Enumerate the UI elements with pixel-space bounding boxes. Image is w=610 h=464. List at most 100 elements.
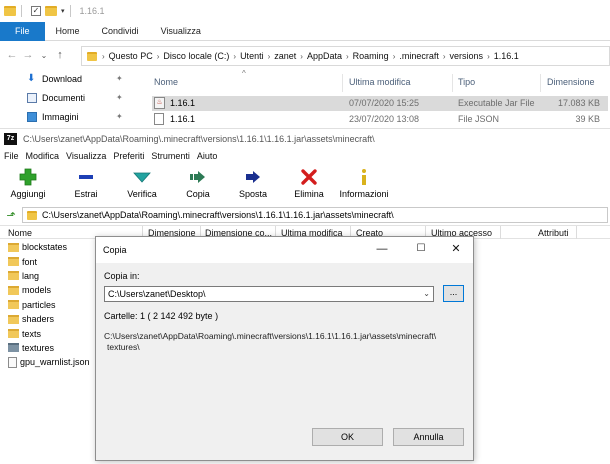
column-header-name[interactable]: Nome [8, 228, 32, 238]
dialog-title-bar: Copia — ☐ ✕ [96, 237, 473, 263]
delete-button[interactable]: Elimina [290, 168, 328, 204]
file-icon [8, 356, 17, 368]
breadcrumb-item[interactable]: Questo PC [109, 51, 153, 61]
jar-file-icon: ♨ [154, 97, 165, 109]
tab-share[interactable]: Condividi [91, 22, 150, 41]
column-header-size[interactable]: Dimensione [547, 77, 595, 87]
json-file-icon [154, 113, 164, 125]
up-arrow-icon[interactable]: ↑ [52, 49, 68, 61]
column-header-type[interactable]: Tipo [458, 77, 475, 87]
folder-icon [8, 242, 19, 252]
folder-icon [8, 300, 19, 310]
delete-label: Elimina [294, 189, 324, 199]
source-path-line: textures\ [107, 342, 140, 352]
item-name: particles [22, 299, 56, 310]
properties-icon[interactable]: ✓ [31, 6, 41, 16]
path-input[interactable]: C:\Users\zanet\AppData\Roaming\.minecraf… [22, 207, 608, 223]
menu-tools[interactable]: Strumenti [151, 151, 190, 161]
address-bar[interactable]: › Questo PC › Disco locale (C:) › Utenti › … [81, 46, 610, 66]
info-button[interactable]: Informazioni [336, 168, 392, 204]
add-icon [19, 168, 37, 186]
move-icon [246, 171, 260, 183]
menu-favorites[interactable]: Preferiti [113, 151, 144, 161]
pin-icon[interactable]: ✦ [116, 74, 123, 83]
breadcrumb-item[interactable]: zanet [274, 51, 296, 61]
pin-icon[interactable]: ✦ [116, 112, 123, 121]
maximize-icon[interactable]: ☐ [414, 242, 428, 256]
tab-home[interactable]: Home [45, 22, 91, 41]
menu-view[interactable]: Visualizza [66, 151, 106, 161]
dialog-title: Copia [103, 245, 127, 255]
item-name: texts [22, 328, 42, 339]
breadcrumb-item[interactable]: .minecraft [399, 51, 439, 61]
test-label: Verifica [127, 189, 157, 199]
browse-button[interactable]: ... [443, 285, 464, 302]
folder-icon [8, 329, 19, 339]
breadcrumb-item[interactable]: versions [450, 51, 484, 61]
menu-file[interactable]: File [4, 151, 19, 161]
breadcrumb-item[interactable]: AppData [307, 51, 342, 61]
copy-label: Copia [186, 189, 210, 199]
new-folder-icon[interactable] [45, 6, 57, 16]
info-icon [362, 169, 366, 185]
recent-chevron-icon[interactable]: ⌄ [36, 51, 52, 60]
folders-count: Cartelle: 1 ( 2 142 492 byte ) [104, 311, 219, 321]
item-name: models [22, 285, 52, 296]
chevron-down-icon[interactable]: ▾ [61, 7, 65, 15]
back-arrow-icon[interactable]: ← [4, 49, 20, 61]
extract-button[interactable]: Estrai [68, 168, 104, 204]
chevron-down-icon[interactable]: ⌄ [423, 287, 430, 301]
pin-icon[interactable]: ✦ [116, 93, 123, 102]
column-header-modified[interactable]: Ultima modifica [349, 77, 411, 87]
file-list-header: ^ Nome Ultima modifica Tipo Dimensione [148, 69, 610, 94]
nav-item-label: Download [42, 73, 83, 84]
address-row: ← → ⌄ ↑ › Questo PC › Disco locale (C:) › … [0, 41, 610, 69]
up-folder-icon[interactable]: ⬏ [0, 209, 22, 222]
copy-button[interactable]: Copia [182, 168, 214, 204]
close-icon[interactable]: ✕ [449, 242, 463, 256]
folder-icon [8, 257, 19, 267]
file-row[interactable]: 1.16.1 23/07/2020 13:08 File JSON 39 KB [152, 112, 608, 127]
nav-item-download[interactable]: ⬇ Download ✦ [0, 69, 140, 88]
ok-button[interactable]: OK [312, 428, 383, 446]
column-header-name[interactable]: Nome [154, 77, 178, 87]
file-list: ^ Nome Ultima modifica Tipo Dimensione ♨… [148, 69, 610, 128]
menu-edit[interactable]: Modifica [26, 151, 60, 161]
copy-icon [190, 171, 205, 183]
column-header-attributes[interactable]: Attributi [538, 228, 569, 238]
file-size: 39 KB [575, 114, 600, 124]
breadcrumb-item[interactable]: Disco locale (C:) [163, 51, 229, 61]
file-size: 17.083 KB [557, 98, 600, 108]
file-type: Executable Jar File [458, 98, 535, 108]
tab-view[interactable]: Visualizza [150, 22, 212, 41]
breadcrumb-item[interactable]: 1.16.1 [494, 51, 519, 61]
move-button[interactable]: Sposta [236, 168, 270, 204]
copy-to-label: Copia in: [104, 271, 140, 281]
breadcrumb-item[interactable]: Roaming [353, 51, 389, 61]
nav-item-documents[interactable]: Documenti ✦ [0, 88, 140, 107]
sort-ascending-icon: ^ [242, 69, 246, 78]
path-bar: ⬏ C:\Users\zanet\AppData\Roaming\.minecr… [0, 206, 610, 224]
item-name: lang [22, 270, 40, 281]
folder-icon [8, 314, 19, 324]
destination-combobox[interactable]: C:\Users\zanet\Desktop\ ⌄ [104, 286, 434, 302]
nav-item-label: Documenti [42, 92, 86, 103]
nav-item-pictures[interactable]: Immagini ✦ [0, 107, 140, 126]
file-row[interactable]: ♨ 1.16.1 07/07/2020 15:25 Executable Jar… [152, 96, 608, 111]
forward-arrow-icon[interactable]: → [20, 49, 36, 61]
download-icon: ⬇ [27, 72, 36, 84]
copy-dialog: Copia — ☐ ✕ Copia in: C:\Users\zanet\Des… [95, 236, 474, 461]
folder-icon [4, 6, 16, 16]
cancel-button[interactable]: Annulla [393, 428, 464, 446]
pictures-icon [27, 111, 37, 122]
breadcrumb-item[interactable]: Utenti [240, 51, 264, 61]
tab-file[interactable]: File [0, 22, 45, 41]
menu-help[interactable]: Aiuto [197, 151, 218, 161]
add-button[interactable]: Aggiungi [8, 168, 48, 204]
minimize-icon[interactable]: — [375, 242, 389, 256]
item-name: shaders [22, 314, 55, 325]
source-path: C:\Users\zanet\AppData\Roaming\.minecraf… [104, 331, 464, 353]
item-name: textures [22, 342, 55, 353]
folder-icon [8, 285, 19, 295]
test-button[interactable]: Verifica [122, 168, 162, 204]
